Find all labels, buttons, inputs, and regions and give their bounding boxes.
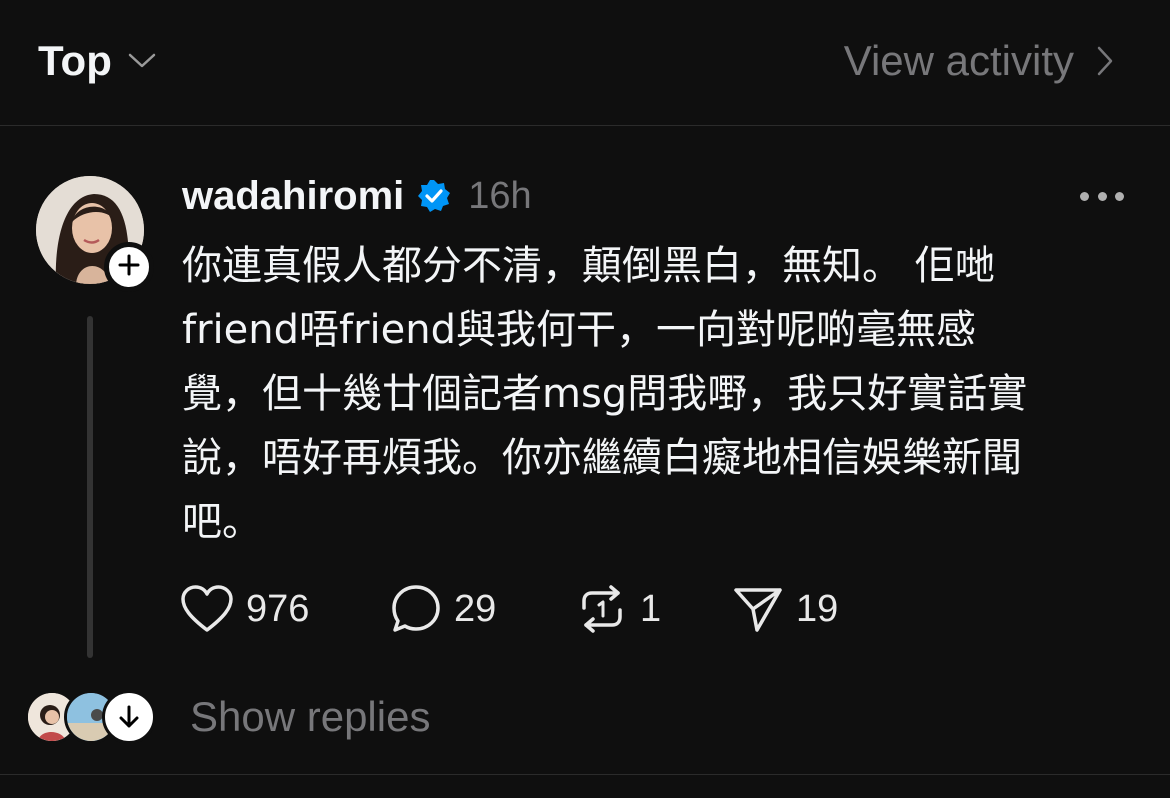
post-text: 你連真假人都分不清，顛倒黑白，無知。 佢哋 friend唔friend與我何干，… (182, 234, 1142, 554)
sort-dropdown[interactable]: Top (38, 36, 156, 86)
heart-icon (180, 584, 234, 634)
like-button[interactable]: 976 (180, 584, 390, 634)
chevron-down-icon (128, 36, 156, 86)
follow-button[interactable] (104, 242, 154, 292)
sort-label: Top (38, 37, 112, 84)
arrow-down-icon (102, 690, 156, 744)
post-time: 16h (468, 174, 532, 217)
top-bar: Top View activity (0, 0, 1170, 126)
plus-icon (118, 254, 140, 281)
post-text-line-4: 說，唔好再煩我。你亦繼續白癡地相信娛樂新聞 (182, 435, 1022, 481)
reply-button[interactable]: 29 (390, 583, 576, 635)
chevron-right-icon (1096, 36, 1118, 86)
repost-count: 1 (640, 587, 662, 630)
view-activity-label: View activity (843, 37, 1074, 84)
post-text-line-5: 吧。 (182, 499, 262, 545)
repost-icon (576, 584, 628, 634)
verified-badge-icon (416, 178, 452, 214)
share-count: 19 (796, 587, 839, 630)
show-replies-row[interactable]: Show replies (0, 676, 1170, 775)
post-text-line-3: 覺，但十幾廿個記者msg問我嘢，我只好實話實 (182, 371, 1028, 417)
post-actions: 976 29 1 19 (180, 582, 838, 636)
thread-line (87, 316, 93, 658)
like-count: 976 (246, 587, 310, 630)
reply-count: 29 (454, 587, 497, 630)
share-button[interactable]: 19 (732, 584, 838, 634)
username[interactable]: wadahiromi (182, 174, 404, 219)
post-header: wadahiromi 16h (182, 172, 532, 220)
post-text-line-2: friend唔friend與我何干，一向對呢啲毫無感 (182, 307, 976, 353)
post-text-line-1: 你連真假人都分不清，顛倒黑白，無知。 佢哋 (182, 243, 995, 289)
view-activity-link[interactable]: View activity (844, 36, 1118, 86)
show-replies-label: Show replies (190, 693, 431, 740)
comment-icon (390, 583, 442, 635)
send-icon (732, 584, 784, 634)
more-icon[interactable] (1080, 180, 1124, 212)
repost-button[interactable]: 1 (576, 584, 732, 634)
